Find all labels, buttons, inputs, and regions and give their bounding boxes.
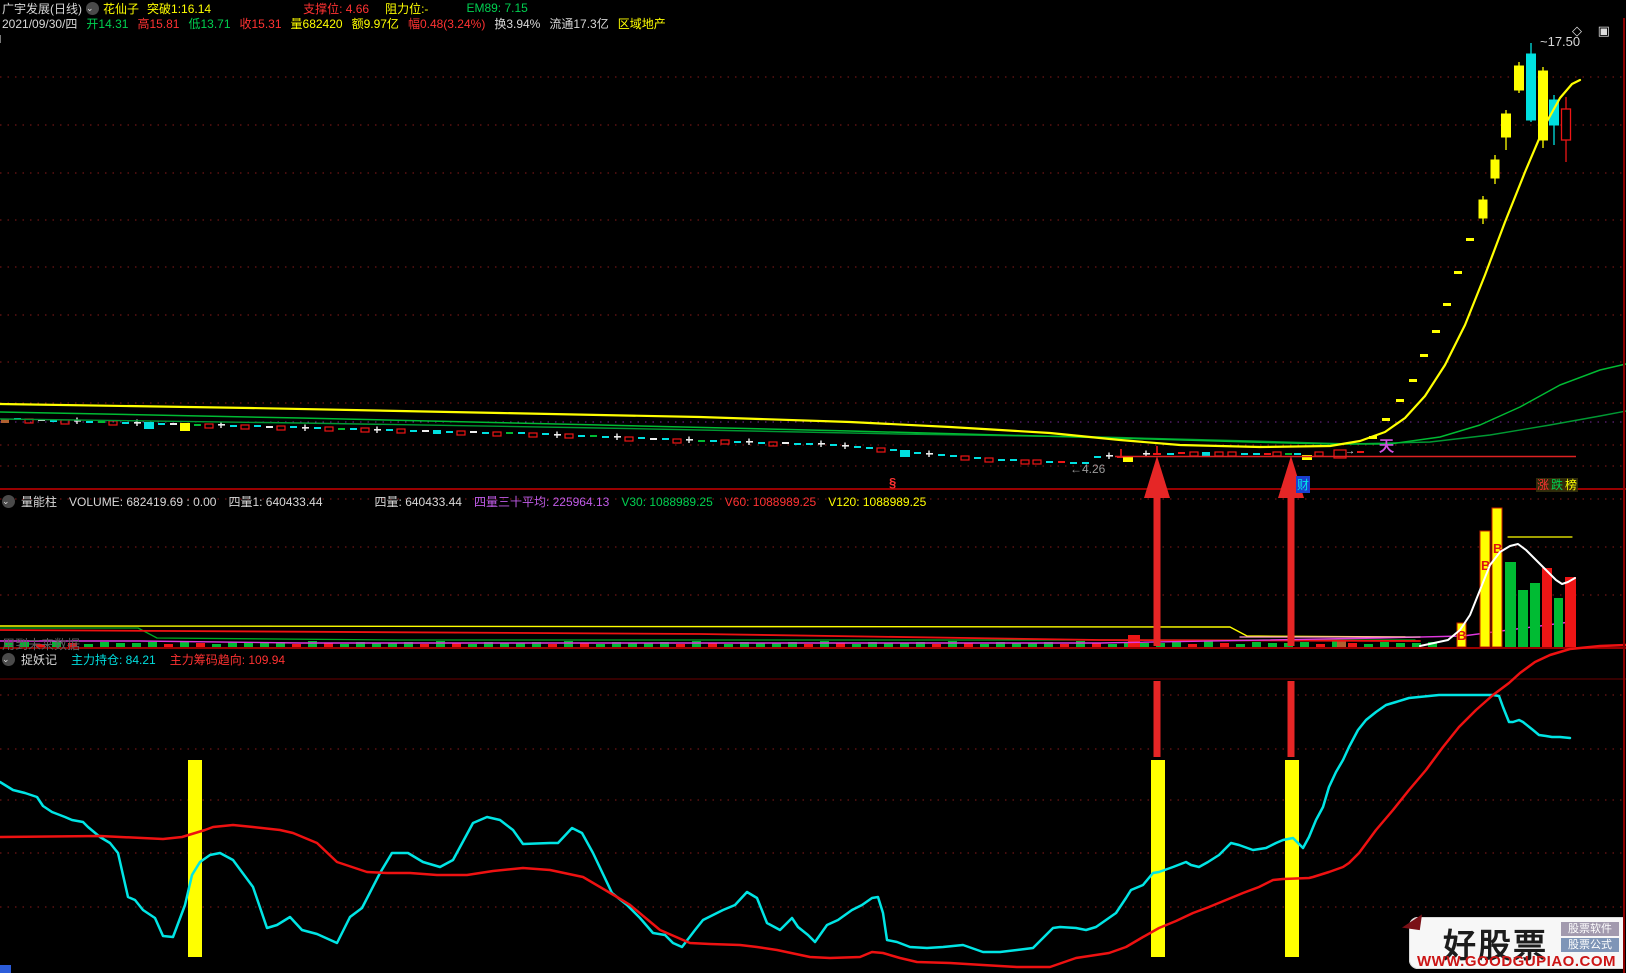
chart-canvas[interactable]: →BBB [0, 0, 1626, 973]
cai-signal-badge: 财 [1296, 476, 1311, 493]
v60-value: V60: 1088989.25 [724, 494, 817, 509]
logo-ribbon [1401, 911, 1423, 931]
rank-board-char: 涨 [1536, 478, 1551, 492]
zhuayaoji-panel-header: ⌄ 捉妖记 主力持仓: 84.21 主力筹码趋向: 109.94 [2, 652, 285, 667]
rank-board-link[interactable]: 涨跌榜 [1536, 476, 1579, 493]
taskbar-corner [0, 965, 11, 973]
section-marker: § [889, 475, 897, 490]
future-data-warning: 用到未来数据 [2, 637, 81, 652]
logo-badge-formula: 股票公式 [1561, 938, 1619, 952]
volume-value: VOLUME: 682419.69 : 0.00 [69, 494, 217, 509]
chevron-circle-icon[interactable]: ⌄ [2, 495, 15, 508]
price-high-label: ~17.50 [1540, 34, 1581, 49]
price-low-label: ←4.26 [1070, 462, 1106, 476]
logo-badge-software: 股票软件 [1561, 922, 1619, 936]
goodgupiao-logo[interactable]: 好股票 股票软件 股票公式 WWW.GOODGUPIAO.COM [1401, 911, 1625, 970]
window-right-border [1623, 18, 1625, 973]
volume-panel-header: ⌄ 量能柱 VOLUME: 682419.69 : 0.00 四量1: 6404… [2, 494, 926, 509]
siliang30-value: 四量三十平均: 225964.13 [473, 495, 610, 509]
rank-board-char: 榜 [1564, 478, 1579, 492]
v120-value: V120: 1088989.25 [828, 494, 927, 509]
sky-marker: 天 [1379, 438, 1395, 455]
siliang-value: 四量: 640433.44 [374, 495, 462, 509]
logo-url[interactable]: WWW.GOODGUPIAO.COM [1417, 953, 1616, 970]
volume-indicator-name[interactable]: 量能柱 [21, 493, 57, 510]
chevron-circle-icon[interactable]: ⌄ [2, 653, 15, 666]
chip-trend-value: 主力筹码趋向: 109.94 [169, 653, 286, 667]
rank-board-char: 跌 [1550, 478, 1565, 492]
v30-value: V30: 1088989.25 [621, 494, 713, 509]
trading-app-window: { "title_bar": { "stock_name": "广宇发展(日线)… [0, 0, 1626, 973]
main-holding-value: 主力持仓: 84.21 [71, 653, 156, 667]
svg-text:→: → [1345, 446, 1355, 457]
zhuayaoji-indicator-name[interactable]: 捉妖记 [21, 651, 57, 668]
siliang1-value: 四量1: 640433.44 [228, 495, 323, 509]
